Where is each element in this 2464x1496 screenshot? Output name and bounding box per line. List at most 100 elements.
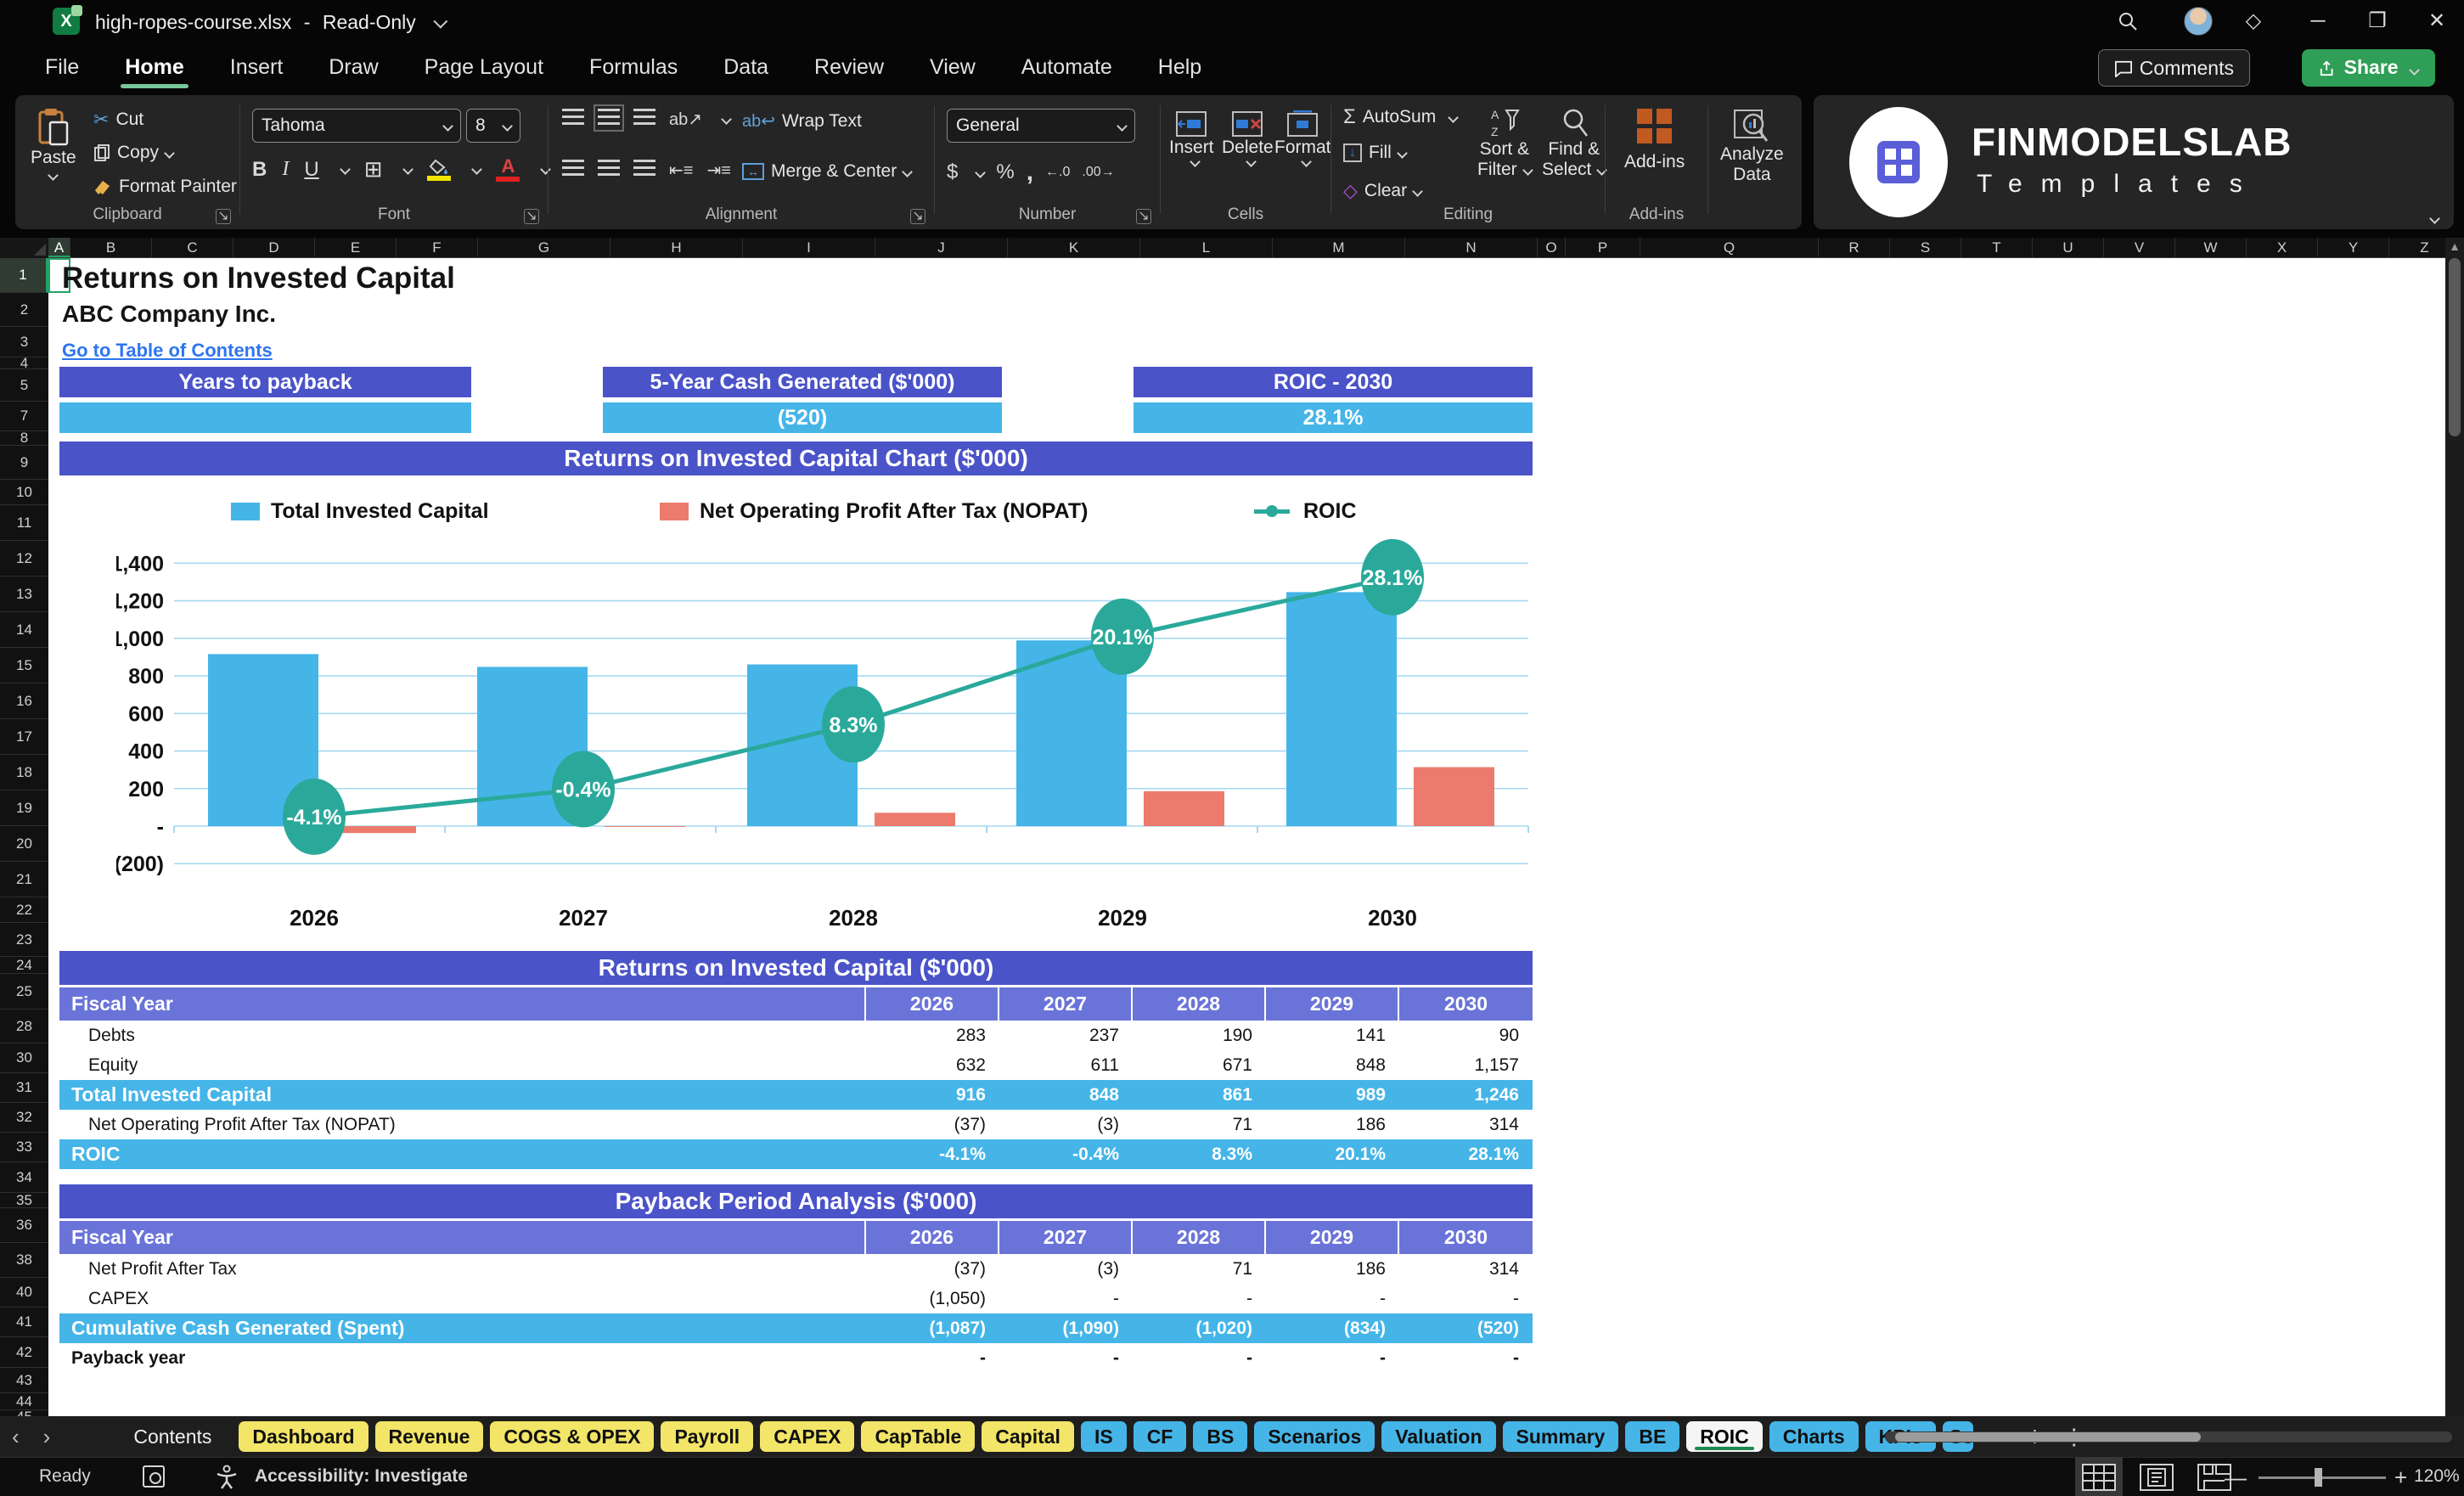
ribbon-tab-automate[interactable]: Automate (999, 42, 1135, 92)
premium-diamond-icon[interactable]: ◇ (2226, 0, 2281, 42)
orientation-chevron-icon[interactable] (721, 114, 732, 125)
table-row[interactable]: Total Invested Capital 916 848 861 989 1,246 (59, 1080, 1533, 1110)
table-row[interactable]: ROIC -4.1% -0.4% 8.3% 20.1% 28.1% (59, 1139, 1533, 1169)
ribbon-tab-formulas[interactable]: Formulas (566, 42, 700, 92)
sheet-tab-cogs-opex[interactable]: COGS & OPEX (490, 1421, 655, 1452)
ribbon-tab-home[interactable]: Home (102, 42, 206, 92)
accessibility-icon[interactable] (214, 1465, 239, 1490)
vertical-scrollbar[interactable]: ▲ (2445, 238, 2464, 1416)
sheet-tab-contents[interactable]: Contents (113, 1421, 232, 1452)
zoom-slider-thumb[interactable] (2315, 1468, 2322, 1487)
paste-button[interactable]: Paste (31, 107, 76, 181)
sheet-nav-prev[interactable]: ‹ (0, 1424, 31, 1450)
italic-button[interactable]: I (282, 158, 289, 181)
row-header-11[interactable]: 11 (0, 505, 48, 541)
table-row[interactable]: Debts 283 237 190 141 90 (59, 1021, 1533, 1050)
align-middle-button[interactable] (593, 104, 624, 132)
ribbon-tab-data[interactable]: Data (700, 42, 791, 92)
column-header-D[interactable]: D (233, 238, 315, 257)
sheet-tab-cf[interactable]: CF (1133, 1421, 1187, 1452)
column-header-G[interactable]: G (478, 238, 610, 257)
column-header-C[interactable]: C (152, 238, 233, 257)
restore-button[interactable]: ❐ (2350, 0, 2405, 42)
row-header-5[interactable]: 5 (0, 369, 48, 402)
ribbon-tab-insert[interactable]: Insert (207, 42, 307, 92)
column-header-J[interactable]: J (875, 238, 1008, 257)
borders-button[interactable]: ⊞ (364, 156, 383, 183)
fill-button[interactable]: ↓ Fill (1343, 143, 1408, 163)
row-header-9[interactable]: 9 (0, 446, 48, 480)
underline-chevron-icon[interactable] (339, 164, 351, 175)
row-header-15[interactable]: 15 (0, 648, 48, 683)
column-header-E[interactable]: E (315, 238, 397, 257)
normal-view-button[interactable] (2075, 1457, 2123, 1496)
row-header-38[interactable]: 38 (0, 1243, 48, 1278)
scroll-up-icon[interactable]: ▲ (2445, 238, 2464, 255)
font-color-button[interactable]: A (496, 156, 520, 182)
column-header-B[interactable]: B (70, 238, 152, 257)
column-header-H[interactable]: H (610, 238, 743, 257)
sheet-tab-charts[interactable]: Charts (1769, 1421, 1859, 1452)
row-header-10[interactable]: 10 (0, 480, 48, 505)
table-row[interactable]: Net Profit After Tax (37) (3) 71 186 314 (59, 1254, 1533, 1284)
column-header-N[interactable]: N (1405, 238, 1538, 257)
zoom-in-button[interactable]: + (2394, 1465, 2407, 1491)
column-header-P[interactable]: P (1566, 238, 1640, 257)
addins-button[interactable]: Add-ins (1624, 109, 1685, 172)
select-all-corner[interactable] (0, 238, 48, 258)
ribbon-tab-help[interactable]: Help (1135, 42, 1224, 92)
row-header-42[interactable]: 42 (0, 1337, 48, 1368)
zoom-percentage[interactable]: 120% (2414, 1466, 2460, 1487)
comments-button[interactable]: Comments (2097, 49, 2250, 87)
align-center-button[interactable] (598, 160, 620, 178)
wrap-text-button[interactable]: ab↩ Wrap Text (742, 110, 862, 132)
comma-style-button[interactable]: , (1027, 158, 1033, 187)
ribbon-tab-file[interactable]: File (22, 42, 102, 92)
analyze-data-button[interactable]: Analyze Data (1720, 109, 1784, 185)
macro-record-icon[interactable] (143, 1465, 165, 1488)
merge-center-button[interactable]: ↔ Merge & Center (742, 161, 914, 182)
decrease-decimal-button[interactable]: .00→ (1082, 165, 1114, 180)
row-header-4[interactable]: 4 (0, 355, 48, 371)
row-header-34[interactable]: 34 (0, 1162, 48, 1193)
font-dialog-launcher[interactable]: ↘ (524, 209, 539, 224)
fill-color-chevron-icon[interactable] (471, 164, 483, 175)
column-header-W[interactable]: W (2175, 238, 2247, 257)
table-row[interactable]: Equity 632 611 671 848 1,157 (59, 1050, 1533, 1080)
cut-button[interactable]: ✂ Cut (93, 109, 143, 131)
sheet-tab-bs[interactable]: BS (1193, 1421, 1248, 1452)
worksheet[interactable]: Returns on Invested Capital ABC Company … (48, 258, 2445, 1416)
table-row[interactable]: Payback year - - - - - (59, 1343, 1533, 1373)
ribbon-tab-page-layout[interactable]: Page Layout (402, 42, 566, 92)
sheet-tab-summary[interactable]: Summary (1502, 1421, 1619, 1452)
ribbon-tab-review[interactable]: Review (791, 42, 907, 92)
autosum-button[interactable]: Σ AutoSum (1343, 105, 1460, 129)
row-header-23[interactable]: 23 (0, 923, 48, 957)
fill-color-button[interactable] (427, 159, 452, 181)
sheet-tab-valuation[interactable]: Valuation (1381, 1421, 1496, 1452)
column-header-X[interactable]: X (2247, 238, 2318, 257)
row-header-22[interactable]: 22 (0, 897, 48, 923)
minimize-button[interactable]: ─ (2291, 0, 2345, 42)
column-header-F[interactable]: F (397, 238, 478, 257)
align-top-button[interactable] (562, 109, 584, 127)
row-header-13[interactable]: 13 (0, 576, 48, 612)
row-header-12[interactable]: 12 (0, 541, 48, 576)
borders-chevron-icon[interactable] (402, 164, 414, 175)
row-header-31[interactable]: 31 (0, 1073, 48, 1103)
find-select-button[interactable]: Find & Select (1542, 107, 1608, 180)
sheet-tab-capital[interactable]: Capital (982, 1421, 1074, 1452)
sheet-tab-payroll[interactable]: Payroll (661, 1421, 754, 1452)
title-chevron-icon[interactable] (433, 14, 448, 29)
clear-button[interactable]: ◇ Clear (1343, 180, 1423, 202)
sheet-tab-dashboard[interactable]: Dashboard (239, 1421, 368, 1452)
row-header-28[interactable]: 28 (0, 1010, 48, 1043)
decrease-indent-button[interactable]: ⇤≡ (669, 160, 693, 181)
sheet-tab-captable[interactable]: CapTable (861, 1421, 976, 1452)
row-header-41[interactable]: 41 (0, 1308, 48, 1337)
align-right-button[interactable] (633, 160, 655, 178)
vertical-scroll-thumb[interactable] (2449, 258, 2461, 436)
clipboard-dialog-launcher[interactable]: ↘ (216, 209, 231, 224)
ribbon-tab-draw[interactable]: Draw (306, 42, 401, 92)
row-header-20[interactable]: 20 (0, 826, 48, 862)
